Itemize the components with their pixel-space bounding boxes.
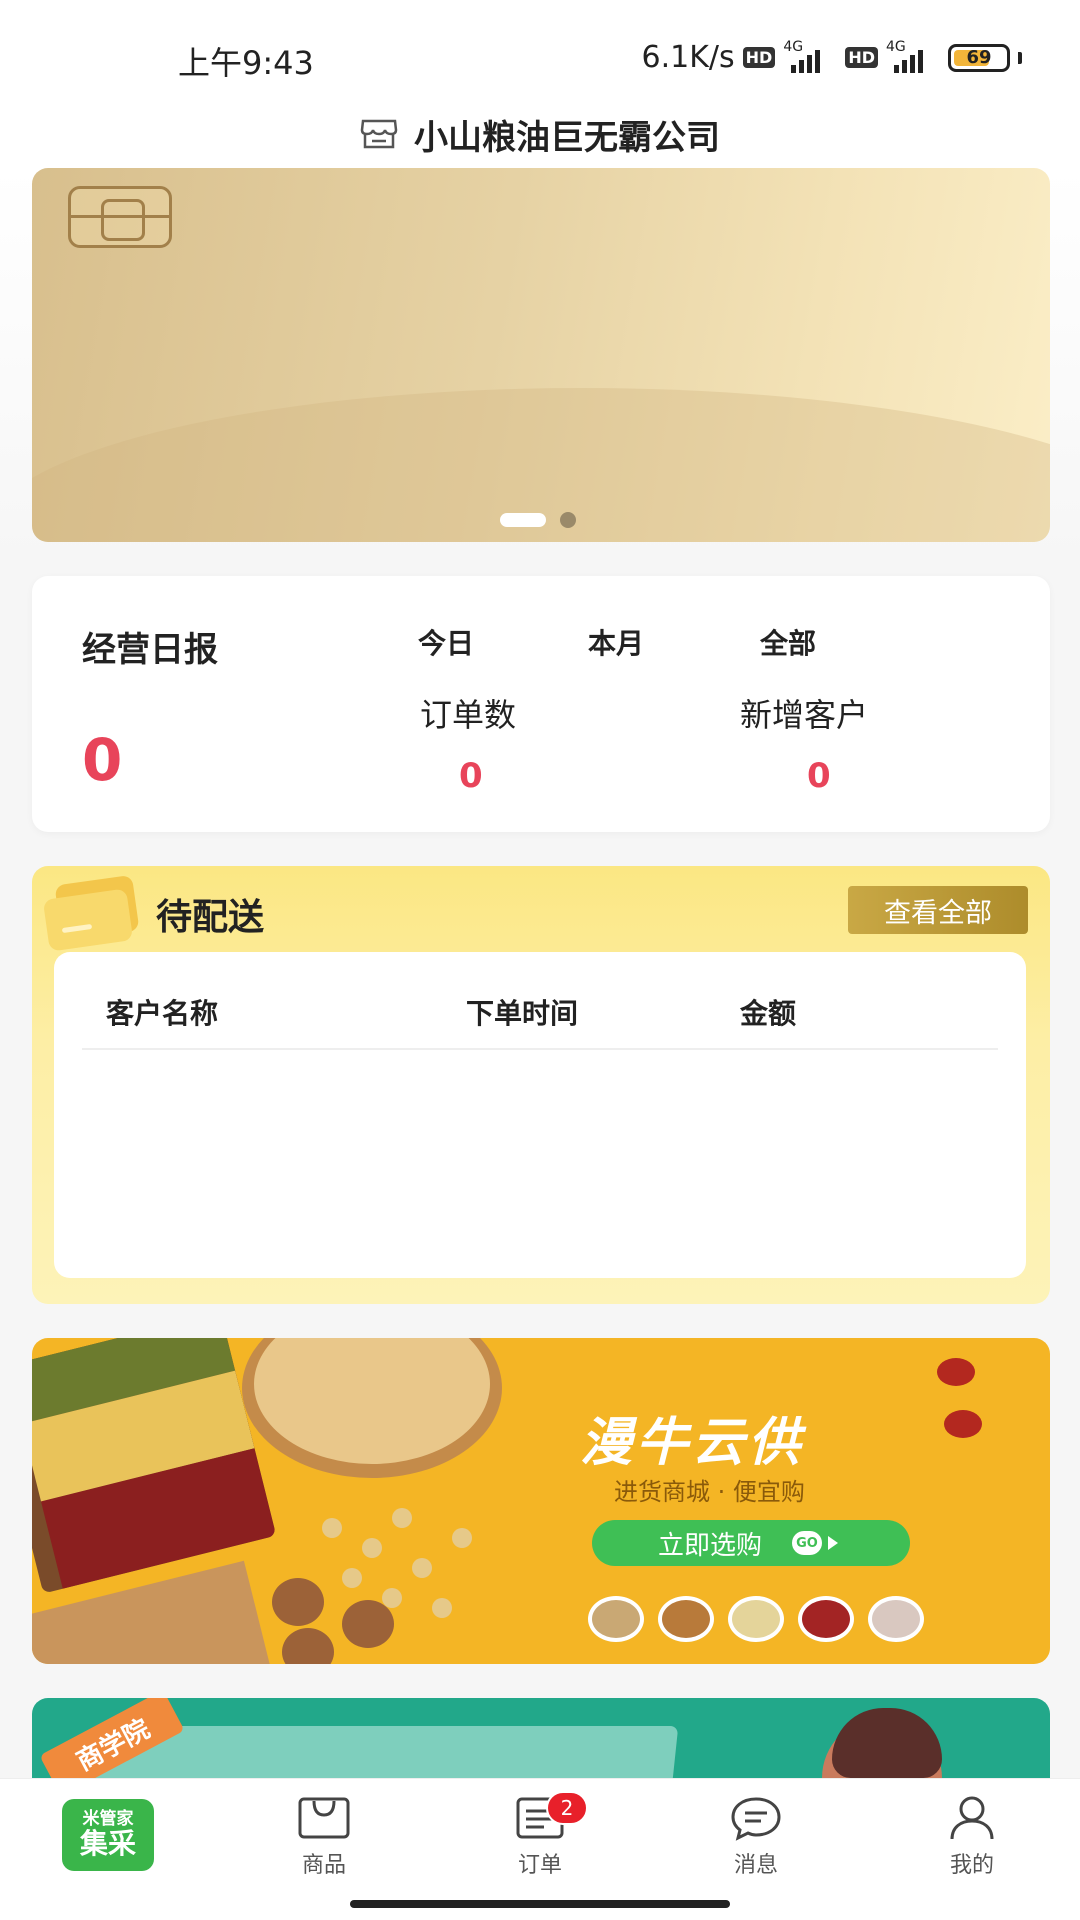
card-banner[interactable]	[32, 168, 1050, 542]
header: 小山粮油巨无霸公司	[0, 100, 1080, 168]
tab-products[interactable]: 商品	[264, 1795, 384, 1879]
buy-now-button[interactable]: 立即选购 GO	[592, 1520, 910, 1566]
tab-profile-label: 我的	[949, 1853, 994, 1878]
red-date-image	[937, 1358, 975, 1386]
status-bar: 上午9:43 6.1K/s HD 4G HD 4G 69	[0, 0, 1080, 100]
promo-title: 漫牛云供	[580, 1413, 805, 1473]
orders-badge: 2	[546, 1791, 588, 1825]
net-speed: 6.1K/s	[641, 40, 735, 75]
grain-plate-image	[588, 1596, 644, 1642]
card-chip-icon	[68, 186, 172, 248]
pending-delivery-table: 客户名称 下单时间 金额	[54, 952, 1026, 1278]
status-icons: 6.1K/s HD 4G HD 4G 69	[641, 39, 1022, 75]
pending-delivery-card: 待配送 查看全部 客户名称 下单时间 金额	[32, 866, 1050, 1304]
message-icon	[731, 1797, 781, 1841]
carousel-dots[interactable]	[500, 512, 576, 528]
tab-messages-label: 消息	[733, 1853, 778, 1878]
tab-profile[interactable]: 我的	[912, 1795, 1032, 1879]
tab-orders[interactable]: 订单 2	[480, 1791, 600, 1879]
column-amount: 金额	[740, 997, 797, 1030]
home-logo-line2: 集采	[79, 1827, 136, 1861]
bottom-nav: 米管家 集采 商品 订单 2 消息 我的	[0, 1778, 1080, 1920]
period-month[interactable]: 本月	[588, 622, 644, 662]
tab-products-label: 商品	[301, 1853, 346, 1878]
promo-banner[interactable]: 漫牛云供 进货商城 · 便宜购 立即选购 GO	[32, 1338, 1050, 1664]
period-all[interactable]: 全部	[760, 622, 816, 662]
carousel-dot-active[interactable]	[500, 513, 546, 527]
company-name[interactable]: 小山粮油巨无霸公司	[414, 110, 720, 159]
store-icon	[360, 118, 398, 150]
folder-icon	[42, 874, 140, 952]
hd-icon-2: HD	[845, 47, 878, 68]
tab-orders-label: 订单	[517, 1853, 562, 1878]
battery-level: 69	[966, 47, 992, 68]
metric-orders-value: 0	[459, 756, 483, 796]
play-arrow-icon	[828, 1536, 839, 1550]
walnut-image	[272, 1578, 324, 1626]
go-badge: GO	[792, 1531, 823, 1555]
grain-tray-image	[32, 1338, 277, 1594]
column-order-time: 下单时间	[466, 997, 579, 1030]
tab-messages[interactable]: 消息	[696, 1795, 816, 1879]
home-logo-tab[interactable]: 米管家 集采	[62, 1799, 154, 1871]
shopping-bag-icon	[298, 1797, 350, 1839]
pending-delivery-title: 待配送	[156, 897, 265, 938]
daily-report-card: 经营日报 0 今日 本月 全部 订单数 新增客户 0 0	[32, 576, 1050, 832]
signal-icon: 4G	[783, 39, 837, 73]
period-today[interactable]: 今日	[418, 622, 474, 662]
buy-now-label: 立即选购	[658, 1530, 763, 1561]
table-header-divider	[82, 1048, 998, 1050]
carousel-dot[interactable]	[560, 512, 576, 528]
signal-icon-2: 4G	[886, 39, 940, 73]
daily-report-title: 经营日报	[82, 630, 218, 670]
metric-new-customers-label: 新增客户	[740, 696, 869, 734]
column-customer-name: 客户名称	[106, 997, 219, 1030]
promo-subtitle: 进货商城 · 便宜购	[614, 1478, 805, 1506]
hd-icon: HD	[742, 47, 776, 68]
view-all-button[interactable]: 查看全部	[848, 886, 1028, 934]
user-icon	[950, 1796, 994, 1840]
daily-report-total: 0	[82, 726, 123, 794]
status-time: 上午9:43	[178, 44, 314, 82]
metric-orders-label: 订单数	[420, 696, 517, 734]
home-indicator[interactable]	[350, 1900, 730, 1908]
metric-new-customers-value: 0	[807, 756, 831, 796]
battery-icon: 69	[948, 43, 1010, 72]
